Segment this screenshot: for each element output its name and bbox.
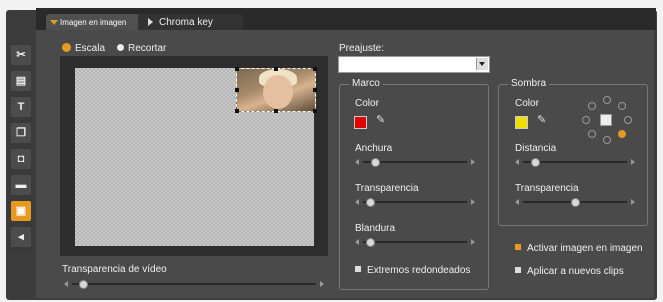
- camera-icon[interactable]: ◘: [11, 149, 31, 169]
- border-softness-label: Blandura: [355, 223, 396, 234]
- shadow-distance-label: Distancia: [515, 143, 557, 154]
- slider-knob[interactable]: [79, 280, 89, 289]
- checkbox-box: [515, 244, 521, 251]
- shadow-color-swatch[interactable]: [515, 116, 528, 129]
- chevron-down-icon[interactable]: [476, 58, 488, 70]
- chevron-right-icon: [148, 18, 153, 27]
- activate-pip-checkbox[interactable]: Activar imagen en imagen: [515, 243, 643, 254]
- slider-knob[interactable]: [370, 158, 380, 167]
- resize-handle[interactable]: [274, 109, 278, 113]
- slider-right-arrow[interactable]: [631, 199, 635, 205]
- title-icon[interactable]: ▤: [11, 71, 31, 91]
- border-transparency-slider[interactable]: [355, 197, 475, 207]
- video-transparency-label: Transparencia de vídeo: [62, 264, 167, 275]
- radio-dot: [117, 43, 124, 51]
- slider-track: [363, 241, 467, 243]
- checkbox-box: [355, 266, 361, 273]
- direction-left[interactable]: [582, 116, 590, 124]
- apply-new-clips-checkbox[interactable]: Aplicar a nuevos clips: [515, 266, 624, 277]
- resize-handle[interactable]: [235, 109, 239, 113]
- radio-dot-selected: [62, 42, 71, 52]
- pip-image[interactable]: [235, 67, 317, 113]
- scissors-icon[interactable]: ✂: [11, 45, 31, 65]
- tab-label: Chroma key: [159, 17, 213, 28]
- direction-center: [600, 114, 612, 126]
- eyedropper-icon[interactable]: ✎: [376, 113, 385, 126]
- text-icon[interactable]: T: [11, 97, 31, 117]
- border-width-slider[interactable]: [355, 157, 475, 167]
- shadow-group-title: Sombra: [508, 78, 550, 89]
- slider-knob[interactable]: [570, 198, 580, 207]
- slider-right-arrow[interactable]: [471, 159, 475, 165]
- slider-knob[interactable]: [365, 238, 375, 247]
- border-width-label: Anchura: [355, 143, 393, 154]
- preset-dropdown[interactable]: [338, 56, 490, 73]
- slider-right-arrow[interactable]: [631, 159, 635, 165]
- clapper-icon[interactable]: ▬: [11, 175, 31, 195]
- checkbox-label: Extremos redondeados: [367, 265, 471, 276]
- resize-handle[interactable]: [313, 67, 317, 71]
- transparent-canvas: [75, 67, 317, 246]
- checkbox-label: Activar imagen en imagen: [527, 243, 643, 254]
- resize-handle[interactable]: [235, 88, 239, 92]
- speaker-icon[interactable]: ◂: [11, 227, 31, 247]
- preview-area: [60, 56, 328, 256]
- chevron-down-icon: [50, 20, 58, 26]
- preset-label: Preajuste:: [339, 43, 385, 54]
- shadow-color-label: Color: [515, 98, 539, 109]
- border-color-label: Color: [355, 98, 379, 109]
- direction-top[interactable]: [603, 96, 611, 104]
- slider-track: [72, 283, 316, 285]
- slider-knob[interactable]: [365, 198, 375, 207]
- direction-right[interactable]: [624, 116, 632, 124]
- shadow-distance-slider[interactable]: [515, 157, 635, 167]
- resize-handle[interactable]: [313, 109, 317, 113]
- pip-photo-face: [263, 75, 293, 109]
- slider-left-arrow[interactable]: [515, 159, 519, 165]
- slider-left-arrow[interactable]: [64, 281, 68, 287]
- tool-sidebar: ✂ ▤ T ❐ ◘ ▬ ▣ ◂: [8, 43, 32, 253]
- direction-bottom-left[interactable]: [588, 130, 596, 138]
- rounded-corners-checkbox[interactable]: Extremos redondeados: [355, 265, 470, 276]
- border-transparency-label: Transparencia: [355, 183, 419, 194]
- slider-right-arrow[interactable]: [471, 199, 475, 205]
- slider-left-arrow[interactable]: [515, 199, 519, 205]
- shadow-transparency-slider[interactable]: [515, 197, 635, 207]
- shadow-transparency-label: Transparencia: [515, 183, 579, 194]
- slider-knob[interactable]: [530, 158, 540, 167]
- direction-bottom[interactable]: [603, 136, 611, 144]
- slider-right-arrow[interactable]: [320, 281, 324, 287]
- slider-right-arrow[interactable]: [471, 239, 475, 245]
- direction-top-right[interactable]: [618, 102, 626, 110]
- eyedropper-icon[interactable]: ✎: [537, 113, 546, 126]
- border-color-swatch[interactable]: [354, 116, 367, 129]
- slider-track: [363, 201, 467, 203]
- tab-label: Imagen en imagen: [60, 18, 127, 27]
- radio-label: Recortar: [128, 43, 167, 54]
- slider-left-arrow[interactable]: [355, 239, 359, 245]
- border-group-title: Marco: [349, 78, 383, 89]
- direction-top-left[interactable]: [588, 102, 596, 110]
- resize-handle[interactable]: [313, 88, 317, 92]
- radio-label: Escala: [75, 43, 106, 54]
- slider-left-arrow[interactable]: [355, 199, 359, 205]
- copy-icon[interactable]: ❐: [11, 123, 31, 143]
- video-transparency-slider[interactable]: [64, 279, 324, 289]
- checkbox-label: Aplicar a nuevos clips: [527, 266, 624, 277]
- pip-icon[interactable]: ▣: [11, 201, 31, 221]
- resize-handle[interactable]: [235, 67, 239, 71]
- radio-scale[interactable]: Escala: [62, 42, 106, 55]
- radio-crop[interactable]: Recortar: [117, 43, 166, 55]
- border-softness-slider[interactable]: [355, 237, 475, 247]
- direction-bottom-right[interactable]: [618, 130, 626, 138]
- resize-handle[interactable]: [274, 67, 278, 71]
- checkbox-box: [515, 267, 521, 274]
- slider-left-arrow[interactable]: [355, 159, 359, 165]
